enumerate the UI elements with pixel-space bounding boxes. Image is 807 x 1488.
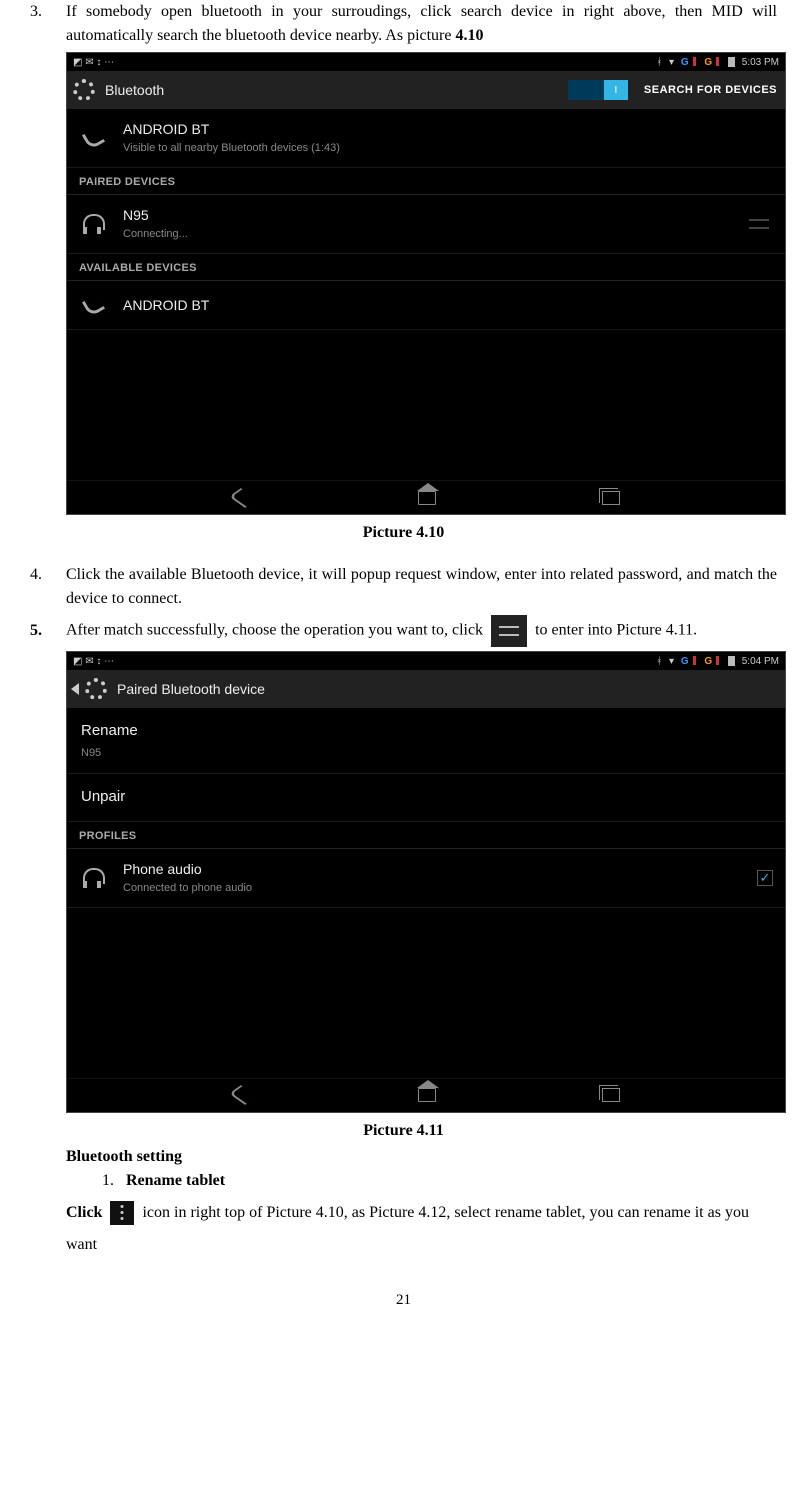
phone-icon (79, 291, 107, 319)
available-device-row[interactable]: ANDROID BT (67, 281, 785, 330)
actionbar-title: Paired Bluetooth device (117, 679, 265, 700)
paired-device-row[interactable]: N95 Connecting... (67, 195, 785, 254)
item5-text: After match successfully, choose the ope… (66, 615, 777, 647)
available-devices-header: AVAILABLE DEVICES (67, 254, 785, 282)
nav-bar (67, 1078, 785, 1112)
status-bar: ◩ ✉ ↕ ⋯ ᚼ ▾ G G 5:04 PM (67, 652, 785, 670)
item3-body: If somebody open bluetooth in your surro… (66, 3, 777, 44)
my-device-sub: Visible to all nearby Bluetooth devices … (123, 140, 773, 157)
paired-device-name: N95 (123, 205, 745, 226)
nav-bar (67, 480, 785, 514)
bluetooth-icon: ᚼ (656, 656, 662, 667)
toggle-knob: I (604, 80, 628, 100)
item5-text-a: After match successfully, choose the ope… (66, 622, 487, 639)
headset-icon (79, 210, 107, 238)
settings-icon[interactable] (85, 678, 107, 700)
status-bar: ◩ ✉ ↕ ⋯ ᚼ ▾ G G 5:03 PM (67, 53, 785, 71)
signal-bar2-icon (716, 656, 719, 665)
list-item-5: 5. After match successfully, choose the … (30, 615, 777, 647)
screenshot-empty-area (67, 330, 785, 480)
status-left: ◩ ✉ ↕ ⋯ (73, 55, 114, 70)
item3-number: 3. (30, 0, 66, 48)
paired-devices-header: PAIRED DEVICES (67, 168, 785, 196)
status-right: ᚼ ▾ G G 5:04 PM (652, 654, 779, 669)
caption-4-10: Picture 4.10 (30, 521, 777, 545)
profile-row[interactable]: Phone audio Connected to phone audio ✓ (67, 849, 785, 908)
nav-back-icon[interactable] (228, 487, 257, 507)
paired-device-texts: N95 Connecting... (123, 205, 745, 243)
battery-icon (728, 656, 735, 666)
list-item-3: 3. If somebody open bluetooth in your su… (30, 0, 777, 48)
settings-icon[interactable] (73, 79, 95, 101)
available-device-texts: ANDROID BT (123, 295, 773, 316)
item5-text-b: to enter into Picture 4.11. (535, 622, 697, 639)
status-time: 5:04 PM (742, 656, 779, 667)
profiles-header: PROFILES (67, 822, 785, 850)
sliders-icon (491, 615, 527, 647)
bluetooth-setting-header: Bluetooth setting (66, 1145, 777, 1169)
signal-bar1-icon (693, 656, 696, 665)
nav-recent-icon[interactable] (602, 1088, 620, 1102)
signal-g1-icon: G (681, 656, 689, 667)
item5-number: 5. (30, 619, 66, 643)
item3-text: If somebody open bluetooth in your surro… (66, 0, 777, 48)
signal-g2-icon: G (704, 656, 712, 667)
nav-back-icon[interactable] (228, 1085, 257, 1105)
available-device-name: ANDROID BT (123, 295, 773, 316)
actionbar-title: Bluetooth (105, 80, 164, 101)
rename-para-b: icon in right top of Picture 4.10, as Pi… (66, 1204, 749, 1253)
search-devices-button[interactable]: SEARCH FOR DEVICES (644, 82, 777, 99)
rename-sub: N95 (81, 745, 771, 762)
wifi-icon: ▾ (669, 656, 674, 667)
list-item-4: 4. Click the available Bluetooth device,… (30, 563, 777, 611)
screenshot-empty-area (67, 908, 785, 1078)
action-bar: Bluetooth I SEARCH FOR DEVICES (67, 71, 785, 109)
unpair-row[interactable]: Unpair (67, 774, 785, 822)
phone-icon (79, 124, 107, 152)
my-device-name: ANDROID BT (123, 119, 773, 140)
screenshot-4-11: ◩ ✉ ↕ ⋯ ᚼ ▾ G G 5:04 PM Paired Bluetooth… (66, 651, 786, 1113)
action-bar: Paired Bluetooth device (67, 670, 785, 708)
rename-row[interactable]: Rename N95 (67, 708, 785, 774)
wifi-icon: ▾ (669, 57, 674, 68)
nav-home-icon[interactable] (418, 1088, 436, 1102)
rename-paragraph: Click icon in right top of Picture 4.10,… (66, 1197, 777, 1261)
status-time: 5:03 PM (742, 57, 779, 68)
rename-item-number: 1. (102, 1169, 126, 1193)
device-settings-icon[interactable] (745, 210, 773, 238)
screenshot-4-10: ◩ ✉ ↕ ⋯ ᚼ ▾ G G 5:03 PM Bluetooth I SEAR… (66, 52, 786, 515)
signal-bar1-icon (693, 57, 696, 66)
my-device-texts: ANDROID BT Visible to all nearby Bluetoo… (123, 119, 773, 157)
rename-label: Rename (81, 722, 138, 739)
item3-ref: 4.10 (455, 27, 483, 44)
status-left: ◩ ✉ ↕ ⋯ (73, 654, 114, 669)
page-number: 21 (30, 1289, 777, 1312)
bluetooth-icon: ᚼ (656, 57, 662, 68)
signal-g2-icon: G (704, 57, 712, 68)
paired-device-sub: Connecting... (123, 226, 745, 243)
item4-text: Click the available Bluetooth device, it… (66, 563, 777, 611)
nav-recent-icon[interactable] (602, 491, 620, 505)
profile-checkbox[interactable]: ✓ (757, 870, 773, 886)
overflow-menu-icon (110, 1201, 134, 1225)
bluetooth-toggle[interactable]: I (568, 80, 628, 100)
item4-number: 4. (30, 563, 66, 611)
status-right: ᚼ ▾ G G 5:03 PM (652, 55, 779, 70)
caption-4-11: Picture 4.11 (30, 1119, 777, 1143)
profile-sub: Connected to phone audio (123, 880, 757, 897)
rename-para-a: Click (66, 1204, 106, 1221)
profile-texts: Phone audio Connected to phone audio (123, 859, 757, 897)
profile-name: Phone audio (123, 859, 757, 880)
rename-tablet-item: 1. Rename tablet (102, 1169, 777, 1193)
nav-home-icon[interactable] (418, 491, 436, 505)
headset-icon (79, 864, 107, 892)
back-icon[interactable] (71, 683, 79, 695)
my-device-row[interactable]: ANDROID BT Visible to all nearby Bluetoo… (67, 109, 785, 168)
rename-item-label: Rename tablet (126, 1169, 777, 1193)
signal-g1-icon: G (681, 57, 689, 68)
signal-bar2-icon (716, 57, 719, 66)
battery-icon (728, 57, 735, 67)
